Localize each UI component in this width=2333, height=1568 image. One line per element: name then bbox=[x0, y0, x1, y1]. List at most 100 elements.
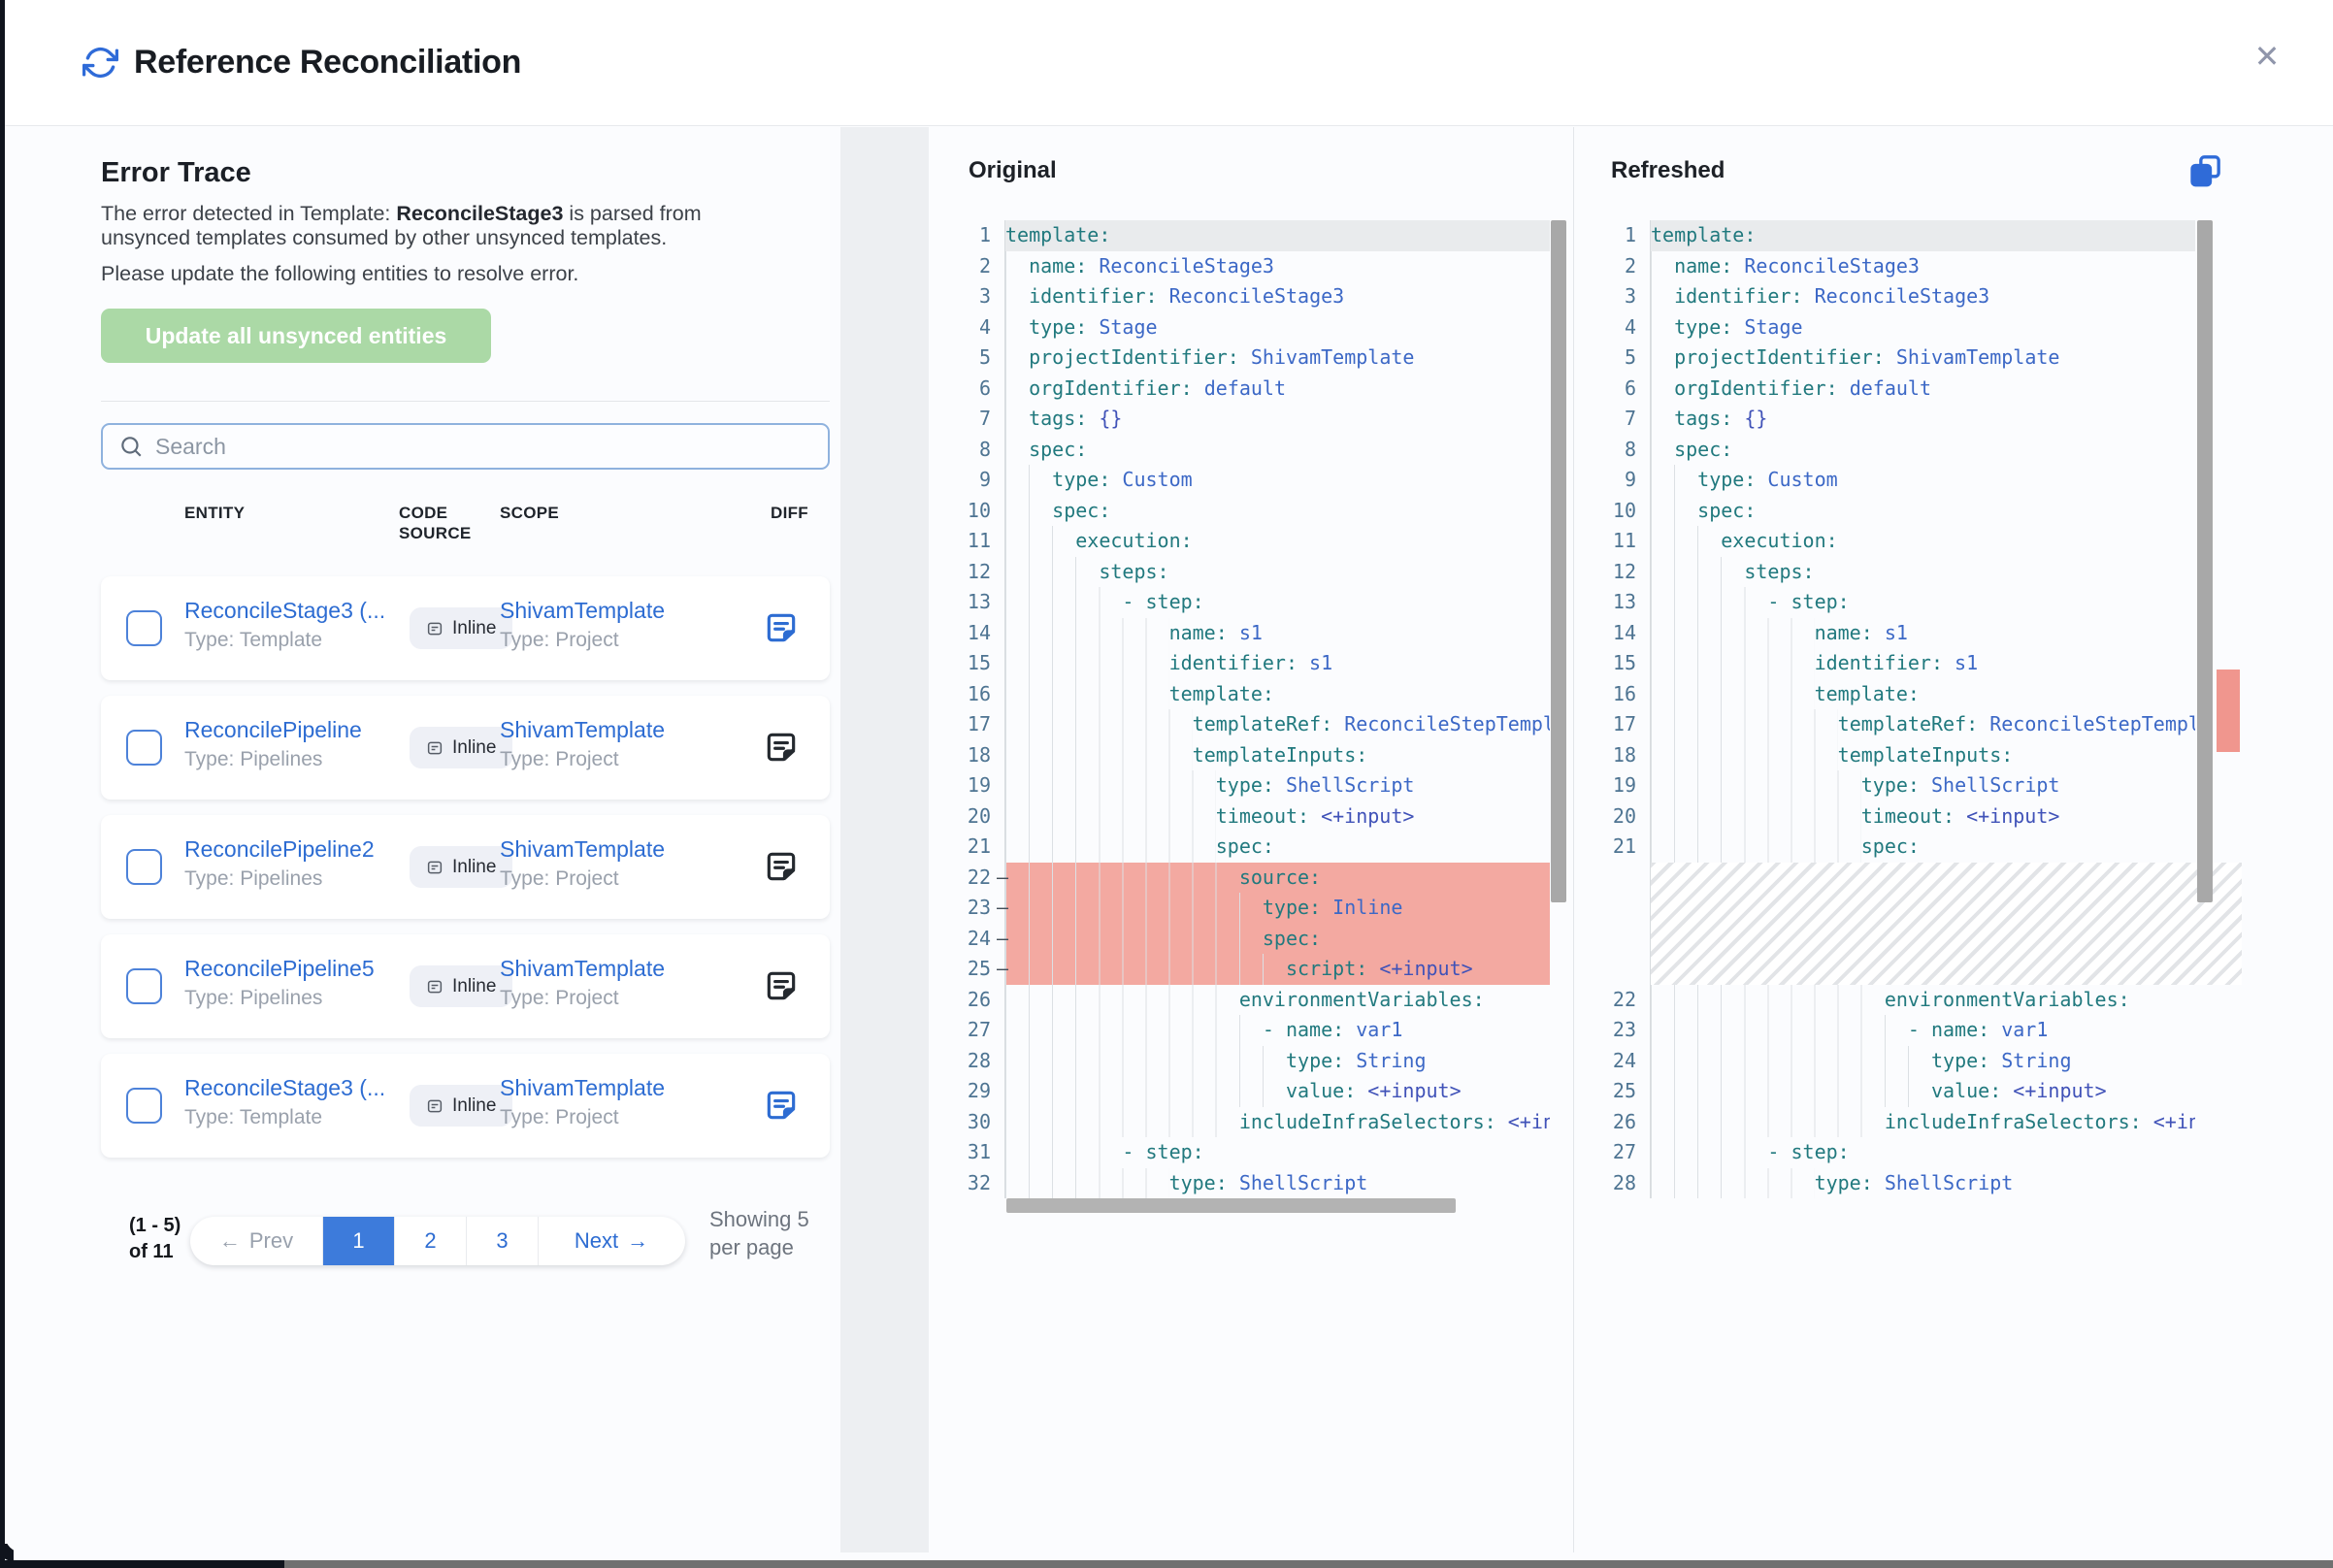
error-trace-panel: Error Trace The error detected in Templa… bbox=[101, 126, 830, 1552]
copy-icon[interactable] bbox=[2185, 151, 2224, 190]
code-source-badge: Inline bbox=[410, 727, 512, 768]
table-row[interactable]: ReconcilePipeline Type: Pipelines Inline… bbox=[101, 696, 830, 800]
page-button-2[interactable]: 2 bbox=[395, 1217, 467, 1265]
code-line: 19type: ShellScript bbox=[929, 770, 1550, 801]
code-line: 17templateRef: ReconcileStepTempl bbox=[929, 709, 1550, 740]
search-input[interactable] bbox=[155, 434, 812, 460]
scope-link[interactable]: ShivamTemplate bbox=[500, 717, 708, 743]
code-line: 5projectIdentifier: ShivamTemplate bbox=[1574, 343, 2195, 374]
diff-icon[interactable] bbox=[763, 1087, 800, 1124]
line-number: 23 bbox=[1574, 1015, 1650, 1046]
code-line: 5projectIdentifier: ShivamTemplate bbox=[929, 343, 1550, 374]
code-line: 11execution: bbox=[1574, 526, 2195, 557]
diff-icon[interactable] bbox=[763, 967, 800, 1004]
row-checkbox[interactable] bbox=[126, 849, 162, 885]
close-icon[interactable]: ✕ bbox=[2246, 35, 2288, 78]
code-line: 21spec: bbox=[1574, 832, 2195, 863]
original-vertical-scrollbar[interactable] bbox=[1551, 220, 1566, 902]
code-line: 14name: s1 bbox=[1574, 618, 2195, 649]
scope-link[interactable]: ShivamTemplate bbox=[500, 1075, 708, 1101]
code-line: 4type: Stage bbox=[929, 312, 1550, 343]
page-button-1[interactable]: 1 bbox=[323, 1217, 395, 1265]
code-line: 1template: bbox=[929, 220, 1550, 251]
line-number: 7 bbox=[929, 404, 1004, 435]
line-number: 8 bbox=[929, 435, 1004, 466]
row-checkbox[interactable] bbox=[126, 610, 162, 646]
line-number: 9 bbox=[1574, 465, 1650, 496]
column-header-entity: ENTITY bbox=[184, 503, 245, 523]
entity-link[interactable]: ReconcilePipeline2 bbox=[184, 836, 396, 863]
original-panel-title: Original bbox=[969, 157, 1057, 184]
code-line: 11execution: bbox=[929, 526, 1550, 557]
code-line: 26environmentVariables: bbox=[929, 985, 1550, 1016]
diff-icon[interactable] bbox=[763, 609, 800, 646]
section-divider bbox=[840, 127, 929, 1552]
line-number: 24 bbox=[929, 924, 1004, 955]
scope-link[interactable]: ShivamTemplate bbox=[500, 836, 708, 863]
table-row[interactable]: ReconcileStage3 (... Type: Template Inli… bbox=[101, 576, 830, 680]
refreshed-panel-title: Refreshed bbox=[1611, 157, 1725, 184]
line-number: 3 bbox=[929, 281, 1004, 312]
code-line: 13- step: bbox=[1574, 587, 2195, 618]
scope-type: Type: Project bbox=[500, 987, 708, 1010]
diff-icon[interactable] bbox=[763, 729, 800, 766]
prev-page-button[interactable]: ←Prev bbox=[190, 1217, 323, 1265]
code-line: 26includeInfraSelectors: <+in bbox=[1574, 1107, 2195, 1138]
entity-type: Type: Pipelines bbox=[184, 867, 396, 891]
line-number: 17 bbox=[1574, 709, 1650, 740]
entity-type: Type: Template bbox=[184, 1106, 396, 1129]
page-left-edge bbox=[0, 0, 5, 1568]
code-line: 30includeInfraSelectors: <+in bbox=[929, 1107, 1550, 1138]
line-number: 25 bbox=[1574, 1076, 1650, 1107]
entity-link[interactable]: ReconcileStage3 (... bbox=[184, 598, 396, 624]
table-row[interactable]: ReconcilePipeline2 Type: Pipelines Inlin… bbox=[101, 815, 830, 919]
scope-link[interactable]: ShivamTemplate bbox=[500, 598, 708, 624]
line-number: 18 bbox=[929, 740, 1004, 771]
scope-type: Type: Project bbox=[500, 629, 708, 652]
page-title: Reference Reconciliation bbox=[134, 44, 521, 82]
error-trace-description: The error detected in Template: Reconcil… bbox=[101, 202, 780, 250]
code-line: 15identifier: s1 bbox=[929, 648, 1550, 679]
line-number: 10 bbox=[1574, 496, 1650, 527]
code-line: 27- name: var1 bbox=[929, 1015, 1550, 1046]
line-number: 1 bbox=[929, 220, 1004, 251]
table-row[interactable]: ReconcilePipeline5 Type: Pipelines Inlin… bbox=[101, 934, 830, 1038]
entity-link[interactable]: ReconcilePipeline5 bbox=[184, 956, 396, 982]
update-all-button[interactable]: Update all unsynced entities bbox=[101, 309, 491, 363]
row-checkbox[interactable] bbox=[126, 1088, 162, 1124]
entity-link[interactable]: ReconcilePipeline bbox=[184, 717, 396, 743]
code-line: 23type: Inline bbox=[929, 893, 1550, 924]
line-number: 22 bbox=[1574, 985, 1650, 1016]
entity-table-body: ReconcileStage3 (... Type: Template Inli… bbox=[101, 576, 830, 1173]
row-checkbox[interactable] bbox=[126, 968, 162, 1004]
line-number: 17 bbox=[929, 709, 1004, 740]
entity-type: Type: Pipelines bbox=[184, 748, 396, 771]
line-number: 20 bbox=[1574, 801, 1650, 833]
next-page-button[interactable]: Next→ bbox=[539, 1217, 684, 1265]
table-row[interactable]: ReconcileStage3 (... Type: Template Inli… bbox=[101, 1054, 830, 1158]
inline-icon bbox=[426, 859, 444, 876]
page-button-3[interactable]: 3 bbox=[467, 1217, 539, 1265]
diff-icon[interactable] bbox=[763, 848, 800, 885]
code-line: 18templateInputs: bbox=[929, 740, 1550, 771]
line-number: 2 bbox=[929, 251, 1004, 282]
row-checkbox[interactable] bbox=[126, 730, 162, 766]
code-line: 29value: <+input> bbox=[929, 1076, 1550, 1107]
code-line: 32type: ShellScript bbox=[929, 1168, 1550, 1199]
search-box[interactable] bbox=[101, 423, 830, 470]
scope-type: Type: Project bbox=[500, 1106, 708, 1129]
refreshed-vertical-scrollbar[interactable] bbox=[2197, 220, 2213, 902]
code-line: 20timeout: <+input> bbox=[1574, 801, 2195, 833]
column-header-code-source: CODE SOURCE bbox=[399, 503, 492, 543]
code-line: 13- step: bbox=[929, 587, 1550, 618]
scope-link[interactable]: ShivamTemplate bbox=[500, 956, 708, 982]
original-horizontal-scrollbar[interactable] bbox=[1006, 1198, 1456, 1213]
line-number: 18 bbox=[1574, 740, 1650, 771]
error-trace-heading: Error Trace bbox=[101, 157, 251, 189]
per-page-text: Showing 5 per page bbox=[709, 1205, 826, 1261]
line-number: 23 bbox=[929, 893, 1004, 924]
line-number: 3 bbox=[1574, 281, 1650, 312]
line-number: 16 bbox=[929, 679, 1004, 710]
entity-link[interactable]: ReconcileStage3 (... bbox=[184, 1075, 396, 1101]
inline-icon bbox=[426, 978, 444, 996]
